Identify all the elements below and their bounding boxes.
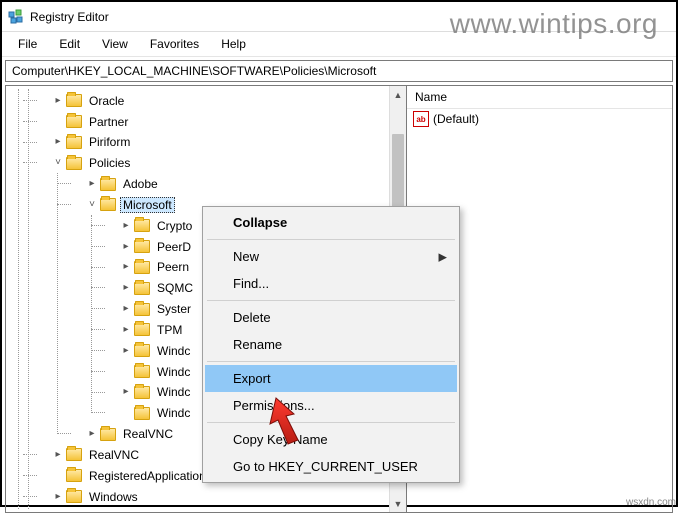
folder-icon <box>66 157 82 170</box>
tree-item-oracle[interactable]: ▸Oracle <box>38 90 406 111</box>
tree-item-adobe[interactable]: ▸Adobe <box>72 173 406 194</box>
selected-node: Microsoft <box>120 197 175 213</box>
menu-rename[interactable]: Rename <box>205 331 457 358</box>
separator <box>207 361 455 362</box>
separator <box>207 300 455 301</box>
menu-export[interactable]: Export <box>205 365 457 392</box>
folder-icon <box>100 178 116 191</box>
window-title: Registry Editor <box>30 10 109 24</box>
chevron-down-icon: ˅ <box>86 195 98 215</box>
menu-collapse[interactable]: Collapse <box>205 209 457 236</box>
separator <box>207 239 455 240</box>
folder-icon <box>66 94 82 107</box>
folder-icon <box>134 365 150 378</box>
menu-view[interactable]: View <box>92 34 138 54</box>
attribution: wsxdn.com <box>626 497 676 508</box>
scroll-down-icon[interactable]: ▼ <box>390 495 406 512</box>
app-icon <box>8 9 24 25</box>
menu-help[interactable]: Help <box>211 34 256 54</box>
folder-icon <box>134 261 150 274</box>
folder-icon <box>134 323 150 336</box>
menu-permissions[interactable]: Permissions... <box>205 392 457 419</box>
menu-goto-hkcu[interactable]: Go to HKEY_CURRENT_USER <box>205 453 457 480</box>
tree-item-piriform[interactable]: ▸Piriform <box>38 132 406 153</box>
folder-icon <box>66 490 82 503</box>
folder-icon <box>66 448 82 461</box>
folder-icon <box>66 115 82 128</box>
menu-copy-key-name[interactable]: Copy Key Name <box>205 426 457 453</box>
folder-icon <box>134 407 150 420</box>
chevron-right-icon: ▶ <box>439 250 447 263</box>
menubar: File Edit View Favorites Help <box>2 32 676 57</box>
address-bar[interactable]: Computer\HKEY_LOCAL_MACHINE\SOFTWARE\Pol… <box>5 60 673 82</box>
menu-edit[interactable]: Edit <box>49 34 90 54</box>
folder-icon <box>100 198 116 211</box>
column-name[interactable]: Name <box>407 86 672 109</box>
menu-find[interactable]: Find... <box>205 270 457 297</box>
tree-item-windows-root[interactable]: ▸Windows <box>38 486 406 507</box>
menu-file[interactable]: File <box>8 34 47 54</box>
tree-item-partner[interactable]: ▸Partner <box>38 111 406 132</box>
menu-favorites[interactable]: Favorites <box>140 34 209 54</box>
folder-icon <box>134 344 150 357</box>
registry-editor-window: Registry Editor File Edit View Favorites… <box>0 0 678 507</box>
folder-icon <box>134 282 150 295</box>
context-menu: Collapse New▶ Find... Delete Rename Expo… <box>202 206 460 483</box>
folder-icon <box>134 303 150 316</box>
menu-delete[interactable]: Delete <box>205 304 457 331</box>
folder-icon <box>100 428 116 441</box>
string-value-icon: ab <box>413 111 429 127</box>
separator <box>207 422 455 423</box>
value-default[interactable]: ab (Default) <box>407 109 672 129</box>
folder-icon <box>66 469 82 482</box>
folder-icon <box>66 136 82 149</box>
folder-icon <box>134 386 150 399</box>
scroll-thumb[interactable] <box>392 134 404 214</box>
scroll-up-icon[interactable]: ▲ <box>390 86 406 103</box>
titlebar: Registry Editor <box>2 2 676 32</box>
chevron-down-icon: ˅ <box>52 153 64 173</box>
value-name: (Default) <box>433 112 479 126</box>
menu-new[interactable]: New▶ <box>205 243 457 270</box>
folder-icon <box>134 240 150 253</box>
folder-icon <box>134 219 150 232</box>
